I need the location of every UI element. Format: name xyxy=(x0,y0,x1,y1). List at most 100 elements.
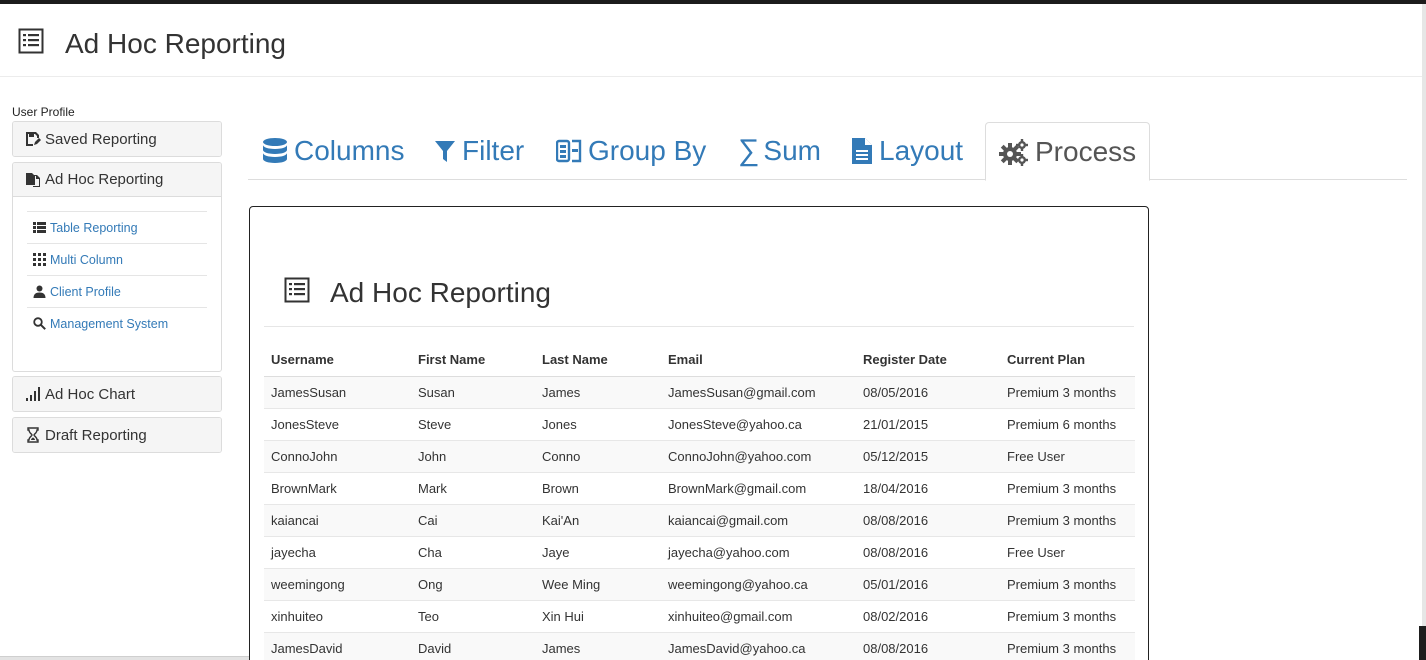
table-cell: kaiancai xyxy=(264,504,411,537)
table-cell: Mark xyxy=(411,472,535,505)
table-cell: ConnoJohn@yahoo.com xyxy=(661,440,856,473)
sidebar-item-label: Management System xyxy=(50,316,169,331)
table-cell: Free User xyxy=(1000,440,1135,473)
table-cell: John xyxy=(411,440,535,473)
column-header[interactable]: First Name xyxy=(411,344,535,377)
panel-heading[interactable]: Ad Hoc Chart xyxy=(13,377,221,411)
gears-icon xyxy=(999,138,1028,166)
table-cell: weemingong@yahoo.ca xyxy=(661,568,856,601)
hourglass-icon xyxy=(27,427,39,443)
table-cell: Ong xyxy=(411,568,535,601)
table-cell: 08/08/2016 xyxy=(856,504,1000,537)
sidebar-item-label: Client Profile xyxy=(50,284,121,299)
panel-label: Ad Hoc Chart xyxy=(45,385,136,403)
sidebar-panel-ad-hoc-chart[interactable]: Ad Hoc Chart xyxy=(12,376,222,412)
report-list-icon xyxy=(18,28,44,54)
copy-files-icon xyxy=(26,172,40,187)
table-cell: Jaye xyxy=(535,536,661,569)
sidebar-section-label: User Profile xyxy=(12,105,75,119)
table-cell: xinhuiteo@gmail.com xyxy=(661,600,856,633)
column-header[interactable]: Register Date xyxy=(856,344,1000,377)
sidebar-item-client-profile[interactable]: Client Profile xyxy=(27,275,207,307)
group-icon xyxy=(556,139,582,162)
panel-heading[interactable]: Draft Reporting xyxy=(13,418,221,452)
sidebar-item-management-system[interactable]: Management System xyxy=(27,307,207,339)
table-cell: Cha xyxy=(411,536,535,569)
table-cell: Cai xyxy=(411,504,535,537)
user-icon xyxy=(33,285,46,298)
filter-icon xyxy=(435,140,455,162)
tab-label: Columns xyxy=(294,134,405,166)
column-header[interactable]: Last Name xyxy=(535,344,661,377)
sidebar-panel-ad-hoc-reporting: Ad Hoc Reporting Table Reporting Multi C… xyxy=(12,162,222,372)
table-cell: JonesSteve xyxy=(264,408,411,441)
table-cell: Teo xyxy=(411,600,535,633)
vertical-scrollbar[interactable] xyxy=(1422,4,1426,660)
table-cell: Free User xyxy=(1000,536,1135,569)
table-cell: Kai'An xyxy=(535,504,661,537)
tab-label: Layout xyxy=(879,134,964,166)
save-report-icon xyxy=(26,132,41,146)
table-header-row: Username First Name Last Name Email Regi… xyxy=(264,344,1135,377)
tab-sum[interactable]: ∑ Sum xyxy=(738,121,821,180)
tab-group-by[interactable]: Group By xyxy=(556,121,706,180)
tab-layout[interactable]: Layout xyxy=(851,121,963,180)
panel-label: Draft Reporting xyxy=(45,426,147,444)
table-row: BrownMark Mark Brown BrownMark@gmail.com 18/… xyxy=(264,472,1135,505)
report-header: Ad Hoc Reporting xyxy=(264,267,1134,327)
table-cell: Steve xyxy=(411,408,535,441)
sidebar-panel-draft-reporting[interactable]: Draft Reporting xyxy=(12,417,222,453)
bar-signal-icon xyxy=(26,387,40,401)
table-cell: Premium 6 months xyxy=(1000,408,1135,441)
table-cell: weemingong xyxy=(264,568,411,601)
table-cell: Wee Ming xyxy=(535,568,661,601)
column-header[interactable]: Email xyxy=(661,344,856,377)
tab-label: Sum xyxy=(763,134,821,166)
sidebar-item-label: Multi Column xyxy=(50,252,123,267)
table-cell: 08/08/2016 xyxy=(856,632,1000,660)
report-preview-panel: Ad Hoc Reporting Username First Name Las… xyxy=(249,206,1149,660)
sidebar-panel-saved-reporting[interactable]: Saved Reporting xyxy=(12,121,222,157)
table-cell: JamesDavid xyxy=(264,632,411,660)
table-cell: JonesSteve@yahoo.ca xyxy=(661,408,856,441)
table-cell: James xyxy=(535,376,661,409)
table-cell: jayecha xyxy=(264,536,411,569)
table-cell: ConnoJohn xyxy=(264,440,411,473)
table-row: jayecha Cha Jaye jayecha@yahoo.com 08/08/201… xyxy=(264,536,1135,569)
report-tabs: Columns Filter Group By ∑ Sum Layout Pro… xyxy=(248,121,1407,181)
table-cell: David xyxy=(411,632,535,660)
panel-heading[interactable]: Ad Hoc Reporting xyxy=(13,163,221,197)
table-cell: 18/04/2016 xyxy=(856,472,1000,505)
report-table: Username First Name Last Name Email Regi… xyxy=(264,344,1135,660)
table-cell: JamesSusan xyxy=(264,376,411,409)
table-cell: JamesDavid@yahoo.ca xyxy=(661,632,856,660)
panel-heading[interactable]: Saved Reporting xyxy=(13,122,221,156)
panel-body: Table Reporting Multi Column Client Prof… xyxy=(13,197,221,371)
table-row: weemingong Ong Wee Ming weemingong@yahoo.ca… xyxy=(264,568,1135,601)
tab-label: Filter xyxy=(462,134,525,166)
tab-columns[interactable]: Columns xyxy=(262,121,404,180)
sidebar-item-multi-column[interactable]: Multi Column xyxy=(27,243,207,275)
column-header[interactable]: Username xyxy=(264,344,411,377)
table-cell: Xin Hui xyxy=(535,600,661,633)
sidebar-item-table-reporting[interactable]: Table Reporting xyxy=(27,211,207,243)
grid-icon xyxy=(33,253,46,266)
database-icon xyxy=(263,137,287,163)
table-row: kaiancai Cai Kai'An kaiancai@gmail.com 08/08… xyxy=(264,504,1135,537)
search-icon xyxy=(33,317,46,330)
page-title: Ad Hoc Reporting xyxy=(65,28,287,59)
table-row: xinhuiteo Teo Xin Hui xinhuiteo@gmail.com 08… xyxy=(264,600,1135,633)
table-cell: Premium 3 months xyxy=(1000,600,1135,633)
panel-label: Saved Reporting xyxy=(45,130,157,148)
tab-filter[interactable]: Filter xyxy=(434,121,524,180)
table-cell: Premium 3 months xyxy=(1000,472,1135,505)
table-cell: jayecha@yahoo.com xyxy=(661,536,856,569)
table-row: JonesSteve Steve Jones JonesSteve@yahoo.ca 2… xyxy=(264,408,1135,441)
column-header[interactable]: Current Plan xyxy=(1000,344,1135,377)
table-row: JamesSusan Susan James JamesSusan@gmail.com… xyxy=(264,376,1135,409)
table-cell: Premium 3 months xyxy=(1000,376,1135,409)
tab-label: Process xyxy=(1035,135,1137,167)
tab-process[interactable]: Process xyxy=(985,122,1151,181)
report-list-icon xyxy=(284,277,310,303)
table-cell: BrownMark@gmail.com xyxy=(661,472,856,505)
